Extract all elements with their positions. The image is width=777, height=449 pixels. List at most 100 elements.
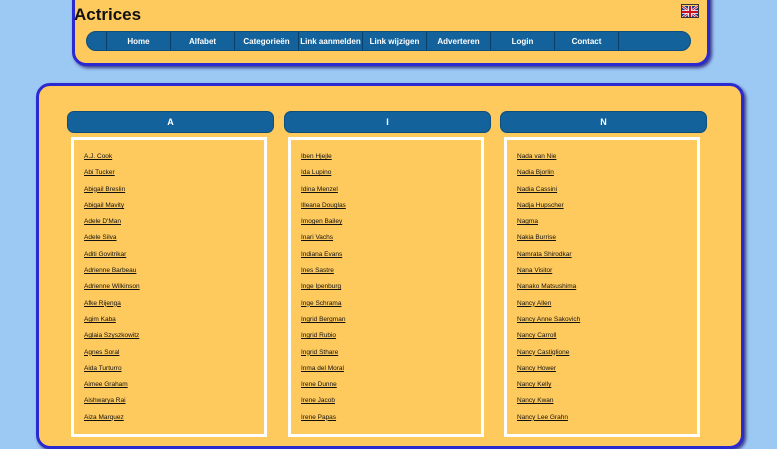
- list-item: Abigail Mavity: [84, 197, 264, 213]
- list-item: Nancy Kwan: [517, 392, 697, 408]
- actress-link[interactable]: Agim Kaba: [84, 316, 116, 323]
- actress-link[interactable]: Illeana Douglas: [301, 202, 346, 209]
- actress-link[interactable]: Nadja Hupscher: [517, 202, 564, 209]
- actress-link[interactable]: Nancy Carroll: [517, 332, 556, 339]
- actress-link[interactable]: Adele D'Man: [84, 218, 121, 225]
- actress-link[interactable]: Iben Hjejle: [301, 153, 332, 160]
- actress-link[interactable]: Abi Tucker: [84, 169, 115, 176]
- list-item: Aglaia Szyszkowitz: [84, 327, 264, 343]
- nav-link-aanmelden[interactable]: Link aanmelden: [298, 32, 362, 50]
- actress-link[interactable]: Nancy Anne Sakovich: [517, 316, 580, 323]
- column-list-i: Iben Hjejle Ida Lupino Idina Menzel Illeana…: [288, 137, 484, 437]
- list-item: Inge Schrama: [301, 295, 481, 311]
- actress-link[interactable]: Ingrid Rubio: [301, 332, 336, 339]
- list-item: Nancy Carroll: [517, 327, 697, 343]
- actress-link[interactable]: Adele Silva: [84, 234, 117, 241]
- list-item: Nancy Kelly: [517, 376, 697, 392]
- actress-link[interactable]: Irene Dunne: [301, 381, 337, 388]
- actress-link[interactable]: Nancy Hower: [517, 365, 556, 372]
- list-item: Aida Turturro: [84, 360, 264, 376]
- list-item: Inma del Moral: [301, 360, 481, 376]
- actress-link[interactable]: Afke Rijenga: [84, 300, 121, 307]
- actress-link[interactable]: Ida Lupino: [301, 169, 331, 176]
- list-item: Indiana Evans: [301, 246, 481, 262]
- column-header-i: I: [284, 111, 491, 133]
- list-item: Irene Jacob: [301, 392, 481, 408]
- list-item: Adele Silva: [84, 229, 264, 245]
- actress-link[interactable]: Nada van Nie: [517, 153, 556, 160]
- list-item: Imogen Bailey: [301, 213, 481, 229]
- actress-link[interactable]: Nancy Kwan: [517, 397, 554, 404]
- actress-link[interactable]: Abigail Mavity: [84, 202, 124, 209]
- actress-link[interactable]: Nagma: [517, 218, 538, 225]
- actress-link[interactable]: Aglaia Szyszkowitz: [84, 332, 139, 339]
- actress-link[interactable]: Nanako Matsushima: [517, 283, 576, 290]
- actress-link[interactable]: Adrienne Wilkinson: [84, 283, 140, 290]
- list-item: Namrata Shirodkar: [517, 246, 697, 262]
- actress-link[interactable]: Nana Visitor: [517, 267, 552, 274]
- actress-link[interactable]: Nancy Lee Grahn: [517, 414, 568, 421]
- actress-link[interactable]: Nadia Cassini: [517, 186, 557, 193]
- list-item: Adrienne Barbeau: [84, 262, 264, 278]
- actress-link[interactable]: Aida Turturro: [84, 365, 122, 372]
- actress-link[interactable]: Aishwarya Rai: [84, 397, 126, 404]
- list-item: Aimee Graham: [84, 376, 264, 392]
- actress-link[interactable]: Imogen Bailey: [301, 218, 342, 225]
- actress-link[interactable]: Nancy Allen: [517, 300, 551, 307]
- actress-link[interactable]: Ingrid Sthare: [301, 349, 338, 356]
- actress-link[interactable]: Indiana Evans: [301, 251, 342, 258]
- column-list-a: A.J. Cook Abi Tucker Abigail Breslin Abigai…: [71, 137, 267, 437]
- list-item: Adrienne Wilkinson: [84, 278, 264, 294]
- actress-link[interactable]: Inge Schrama: [301, 300, 341, 307]
- actress-link[interactable]: Aimee Graham: [84, 381, 128, 388]
- column-list-n: Nada van Nie Nadia Bjorlin Nadia Cassini Na…: [504, 137, 700, 437]
- actress-link[interactable]: Nancy Kelly: [517, 381, 551, 388]
- column-header-a: A: [67, 111, 274, 133]
- actress-link[interactable]: Adrienne Barbeau: [84, 267, 136, 274]
- list-item: A.J. Cook: [84, 148, 264, 164]
- list-item: Ida Lupino: [301, 164, 481, 180]
- actress-link[interactable]: Nadia Bjorlin: [517, 169, 554, 176]
- list-item: Adele D'Man: [84, 213, 264, 229]
- nav-categorieen[interactable]: Categorieën: [234, 32, 298, 50]
- nav-home[interactable]: Home: [106, 32, 170, 50]
- list-item: Nada van Nie: [517, 148, 697, 164]
- actress-link[interactable]: Nakia Burrise: [517, 234, 556, 241]
- actress-link[interactable]: Namrata Shirodkar: [517, 251, 572, 258]
- list-item: Afke Rijenga: [84, 295, 264, 311]
- actress-link[interactable]: Inma del Moral: [301, 365, 344, 372]
- actress-link[interactable]: Nancy Castiglione: [517, 349, 569, 356]
- list-item: Inge Ipenburg: [301, 278, 481, 294]
- list-item: Aishwarya Rai: [84, 392, 264, 408]
- list-item: Ines Sastre: [301, 262, 481, 278]
- actress-link[interactable]: Abigail Breslin: [84, 186, 125, 193]
- list-item: Nana Visitor: [517, 262, 697, 278]
- list-item: Ingrid Bergman: [301, 311, 481, 327]
- actress-link[interactable]: Ines Sastre: [301, 267, 334, 274]
- actress-link[interactable]: Inge Ipenburg: [301, 283, 341, 290]
- actress-link[interactable]: Inari Vachs: [301, 234, 333, 241]
- list-item: Nadja Hupscher: [517, 197, 697, 213]
- actress-link[interactable]: Aiza Marquez: [84, 414, 124, 421]
- actress-link[interactable]: Ingrid Bergman: [301, 316, 345, 323]
- actress-link[interactable]: Irene Jacob: [301, 397, 335, 404]
- nav-contact[interactable]: Contact: [554, 32, 619, 50]
- list-item: Nancy Hower: [517, 360, 697, 376]
- actress-link[interactable]: Idina Menzel: [301, 186, 338, 193]
- uk-flag-icon[interactable]: [681, 4, 699, 18]
- page-title: Actrices: [74, 5, 142, 24]
- nav-login[interactable]: Login: [490, 32, 554, 50]
- nav-link-wijzigen[interactable]: Link wijzigen: [362, 32, 426, 50]
- list-item: Agim Kaba: [84, 311, 264, 327]
- actress-link[interactable]: Agnes Soral: [84, 349, 119, 356]
- list-item: Nancy Anne Sakovich: [517, 311, 697, 327]
- list-item: Nanako Matsushima: [517, 278, 697, 294]
- actress-link[interactable]: Irene Papas: [301, 414, 336, 421]
- list-item: Nancy Castiglione: [517, 344, 697, 360]
- list-item: Abi Tucker: [84, 164, 264, 180]
- nav-alfabet[interactable]: Alfabet: [170, 32, 234, 50]
- actress-link[interactable]: Aditi Govitrikar: [84, 251, 126, 258]
- column-header-n: N: [500, 111, 707, 133]
- nav-adverteren[interactable]: Adverteren: [426, 32, 490, 50]
- actress-link[interactable]: A.J. Cook: [84, 153, 112, 160]
